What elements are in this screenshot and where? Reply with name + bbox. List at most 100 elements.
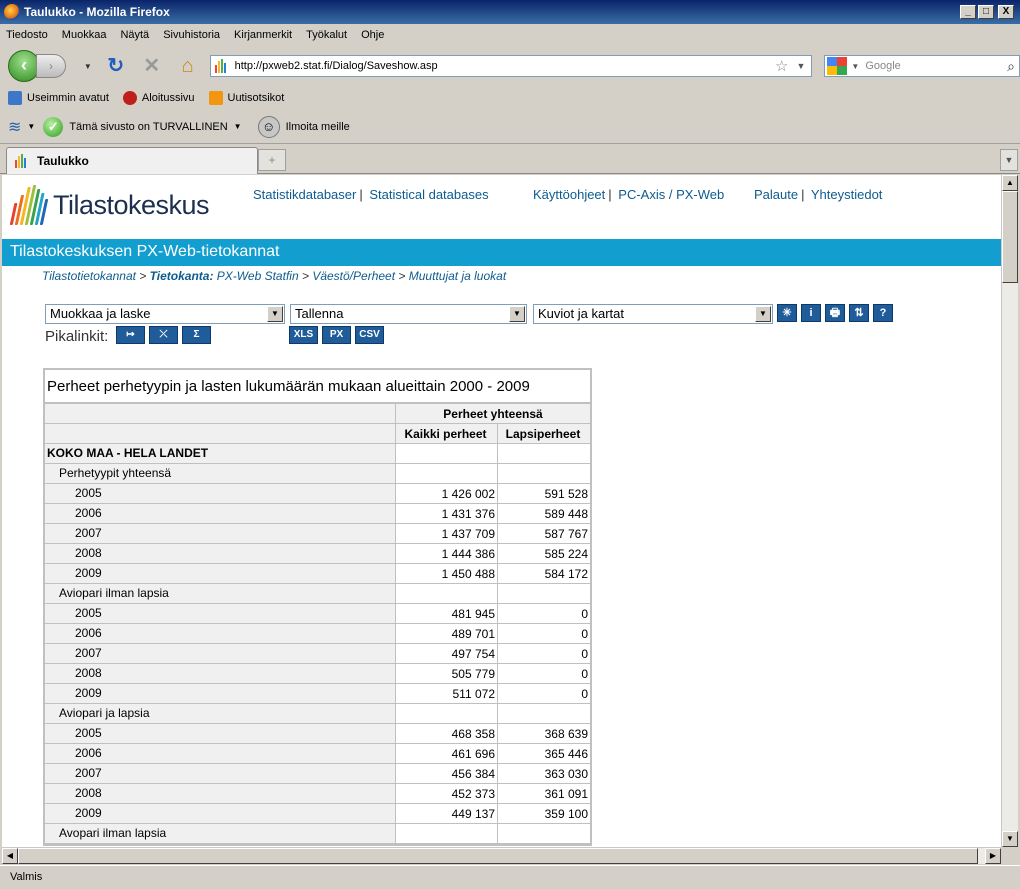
reload-icon[interactable]: ↻ (104, 54, 128, 78)
link-kayttoohjeet[interactable]: Käyttöohjeet (533, 187, 605, 202)
safe-site-label[interactable]: Tämä sivusto on TURVALLINEN (69, 121, 227, 133)
pivot-icon[interactable]: ↦ (116, 326, 145, 344)
help-links: Käyttöohjeet | PC-Axis / PX-Web (533, 187, 725, 202)
tallenna-select[interactable]: Tallenna ▼ (290, 304, 527, 324)
vertical-scrollbar[interactable]: ▲ ▼ (1001, 175, 1018, 847)
tab-list-icon[interactable]: ▼ (1000, 149, 1018, 171)
logo-text: Tilastokeskus (53, 189, 210, 220)
menu-bar: Tiedosto Muokkaa Näytä Sivuhistoria Kirj… (0, 24, 1020, 46)
search-engine-dropdown-icon[interactable]: ▼ (851, 62, 859, 71)
menu-sivuhistoria[interactable]: Sivuhistoria (163, 29, 220, 41)
search-bar[interactable]: ▼ Google ⌕ (824, 55, 1020, 77)
csv-button[interactable]: CSV (355, 326, 384, 344)
wot-icon[interactable]: ≋ (8, 117, 21, 137)
menu-ohje[interactable]: Ohje (361, 29, 384, 41)
tilastokeskus-logo[interactable]: Tilastokeskus (9, 185, 210, 225)
help-icon[interactable]: ? (873, 304, 893, 322)
menu-muokkaa[interactable]: Muokkaa (62, 29, 107, 41)
table-row: 2007 1 437 709 587 767 (45, 524, 590, 544)
cell-lapsiperheet: 368 639 (498, 724, 590, 744)
link-statistikdatabaser[interactable]: Statistikdatabaser (253, 187, 356, 202)
menu-kirjanmerkit[interactable]: Kirjanmerkit (234, 29, 292, 41)
crumb-pxweb-statfin[interactable]: PX-Web Statfin (217, 269, 299, 283)
scroll-up-icon[interactable]: ▲ (1002, 175, 1018, 191)
info-icon[interactable]: i (801, 304, 821, 322)
minimize-button[interactable]: _ (960, 5, 976, 19)
kuviot-select[interactable]: Kuviot ja kartat ▼ (533, 304, 773, 324)
muokkaa-select[interactable]: Muokkaa ja laske ▼ (45, 304, 285, 324)
window-titlebar: Taulukko - Mozilla Firefox _ □ X (0, 0, 1020, 24)
cell-kaikki-perheet: 489 701 (396, 624, 498, 644)
report-user-icon[interactable]: ☺ (257, 115, 280, 138)
px-button[interactable]: PX (322, 326, 351, 344)
row-label: 2006 (45, 744, 396, 764)
table-row: 2009 449 137 359 100 (45, 804, 590, 824)
safe-dropdown-icon[interactable]: ▼ (234, 122, 242, 131)
settings-star-icon[interactable]: ✳ (777, 304, 797, 322)
home-icon[interactable]: ⌂ (176, 54, 200, 78)
column-header-kaikki: Kaikki perheet (396, 424, 498, 444)
cell-kaikki-perheet: 449 137 (396, 804, 498, 824)
new-tab-button[interactable]: + (258, 149, 286, 171)
tab-taulukko[interactable]: Taulukko (6, 147, 258, 174)
close-button[interactable]: X (998, 5, 1014, 19)
cell-kaikki-perheet: 1 437 709 (396, 524, 498, 544)
menu-tyokalut[interactable]: Työkalut (306, 29, 347, 41)
crumb-muuttujat[interactable]: Muuttujat ja luokat (409, 269, 506, 283)
url-text[interactable]: http://pxweb2.stat.fi/Dialog/Saveshow.as… (235, 60, 775, 72)
bookmark-star-icon[interactable]: ☆ (775, 57, 788, 75)
row-label: 2008 (45, 664, 396, 684)
crumb-vaesto-perheet[interactable]: Väestö/Perheet (312, 269, 395, 283)
history-dropdown-icon[interactable]: ▼ (84, 62, 92, 71)
bookmark-useimmin-avatut[interactable]: Useimmin avatut (8, 91, 109, 105)
table-row: 2006 461 696 365 446 (45, 744, 590, 764)
scroll-right-icon[interactable]: ▶ (985, 848, 1001, 864)
cell-kaikki-perheet: 1 444 386 (396, 544, 498, 564)
cell-lapsiperheet (498, 824, 590, 844)
report-label[interactable]: Ilmoita meille (286, 121, 350, 133)
scroll-down-icon[interactable]: ▼ (1002, 831, 1018, 847)
bookmark-uutisotsikot[interactable]: Uutisotsikot (208, 91, 284, 105)
xls-button[interactable]: XLS (289, 326, 318, 344)
stop-icon[interactable]: ✕ (140, 54, 164, 78)
bookmark-aloitussivu[interactable]: Aloitussivu (122, 91, 195, 105)
scroll-left-icon[interactable]: ◀ (2, 848, 18, 864)
transpose-icon[interactable]: ⤫ (149, 326, 178, 344)
bookmark-label: Aloitussivu (141, 92, 195, 104)
row-label: 2008 (45, 544, 396, 564)
table-row: 2005 481 945 0 (45, 604, 590, 624)
search-input[interactable]: Google (863, 60, 1007, 72)
url-dropdown-icon[interactable]: ▼ (796, 61, 805, 71)
row-label: 2006 (45, 624, 396, 644)
link-pcaxis[interactable]: PC-Axis / PX-Web (618, 187, 724, 202)
menu-nayta[interactable]: Näytä (120, 29, 149, 41)
table-header-row: Kaikki perheet Lapsiperheet (45, 424, 590, 444)
row-label: 2007 (45, 764, 396, 784)
wot-dropdown-icon[interactable]: ▼ (27, 122, 35, 131)
table-row: 2009 1 450 488 584 172 (45, 564, 590, 584)
forward-button[interactable]: › (36, 54, 66, 78)
table-row: Aviopari ja lapsia (45, 704, 590, 724)
table-row: Avopari ilman lapsia (45, 824, 590, 844)
link-palaute[interactable]: Palaute (754, 187, 798, 202)
sum-icon[interactable]: Σ (182, 326, 211, 344)
muokkaa-select-value: Muokkaa ja laske (50, 306, 151, 321)
link-yhteystiedot[interactable]: Yhteystiedot (811, 187, 883, 202)
menu-tiedosto[interactable]: Tiedosto (6, 29, 48, 41)
maximize-button[interactable]: □ (978, 5, 994, 19)
print-icon[interactable]: 🖶 (825, 304, 845, 322)
row-label: 2005 (45, 724, 396, 744)
search-icon[interactable]: ⌕ (1007, 58, 1015, 75)
google-icon[interactable] (827, 57, 848, 75)
cell-kaikki-perheet: 511 072 (396, 684, 498, 704)
sort-icon[interactable]: ⇅ (849, 304, 869, 322)
address-bar[interactable]: http://pxweb2.stat.fi/Dialog/Saveshow.as… (209, 55, 813, 77)
row-label: Aviopari ja lapsia (45, 704, 396, 724)
crumb-tilastotietokannat[interactable]: Tilastotietokannat (42, 269, 136, 283)
link-statistical-databases[interactable]: Statistical databases (369, 187, 488, 202)
safe-check-icon: ✓ (43, 116, 64, 137)
cell-lapsiperheet: 584 172 (498, 564, 590, 584)
horizontal-scroll-thumb[interactable] (18, 848, 978, 864)
horizontal-scrollbar[interactable]: ◀ ▶ (2, 847, 1001, 864)
vertical-scroll-thumb[interactable] (1002, 191, 1018, 283)
